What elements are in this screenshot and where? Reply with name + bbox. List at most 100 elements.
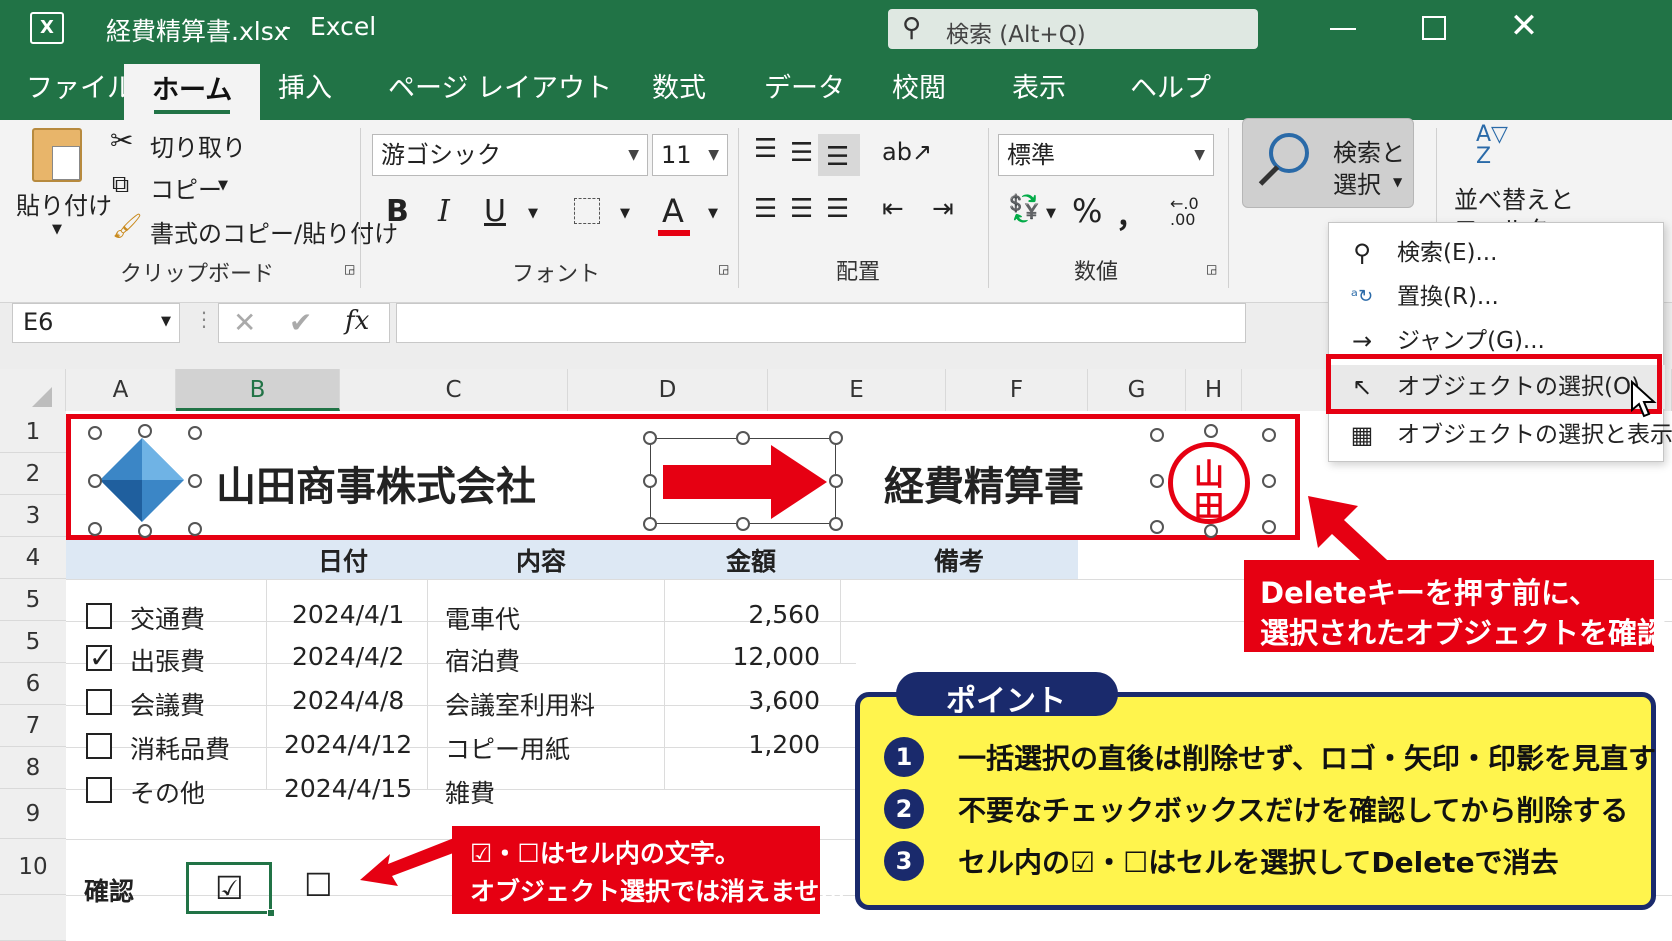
selection-handle[interactable] xyxy=(88,474,102,488)
category-cell[interactable]: 消耗品費 xyxy=(130,730,230,766)
selection-handle[interactable] xyxy=(1262,520,1276,534)
selection-handle[interactable] xyxy=(188,426,202,440)
menu-item-replace[interactable]: ᵃ↻ 置換(R)... xyxy=(1329,275,1665,319)
selection-handle[interactable] xyxy=(736,431,750,445)
row-header-10[interactable]: 10 xyxy=(0,839,66,895)
desc-cell[interactable]: 宿泊費 xyxy=(445,642,520,678)
tab-file[interactable]: ファイル xyxy=(26,58,134,120)
selection-handle[interactable] xyxy=(1150,428,1164,442)
selection-handle[interactable] xyxy=(188,522,202,536)
row-header-5b[interactable]: 5 xyxy=(0,621,66,663)
corner-select-all[interactable] xyxy=(0,369,66,411)
column-header-c[interactable]: C xyxy=(340,369,568,411)
orientation-icon[interactable]: ab↗ xyxy=(882,138,932,166)
currency-icon[interactable]: 💱 xyxy=(1008,194,1040,224)
borders-dropdown-icon[interactable]: ▼ xyxy=(620,206,630,221)
selected-cell-b10[interactable]: ☑ xyxy=(186,862,275,917)
column-header-a[interactable]: A xyxy=(66,369,176,411)
tab-view[interactable]: 表示 xyxy=(1012,58,1066,120)
name-box[interactable]: E6 ▼ xyxy=(12,303,180,343)
date-cell[interactable]: 2024/4/8 xyxy=(292,686,404,715)
selection-handle[interactable] xyxy=(643,517,657,531)
font-size-select[interactable]: 11 ▼ xyxy=(652,134,728,176)
amount-cell[interactable]: 1,200 xyxy=(748,730,820,759)
document-title[interactable]: 経費精算書 xyxy=(884,454,1084,512)
tab-insert[interactable]: 挿入 xyxy=(278,58,332,120)
align-left-icon[interactable]: ☰ xyxy=(754,194,777,224)
number-launcher-icon[interactable]: ◲ xyxy=(1206,262,1217,276)
desc-cell[interactable]: 雑費 xyxy=(445,774,495,810)
italic-button[interactable]: I xyxy=(438,194,450,229)
selection-handle[interactable] xyxy=(138,424,152,438)
tab-data[interactable]: データ xyxy=(764,58,845,120)
bold-button[interactable]: B xyxy=(386,194,409,229)
selection-handle[interactable] xyxy=(643,474,657,488)
amount-cell[interactable]: 3,600 xyxy=(748,686,820,715)
insert-function-button[interactable]: fx xyxy=(345,306,369,336)
paste-button[interactable]: 貼り付け xyxy=(16,186,112,221)
font-color-button[interactable]: A xyxy=(662,192,684,230)
column-header-f[interactable]: F xyxy=(946,369,1088,411)
arrow-shape[interactable] xyxy=(650,438,836,524)
date-cell[interactable]: 2024/4/12 xyxy=(284,730,412,759)
tab-home[interactable]: ホーム xyxy=(124,64,261,120)
column-header-g[interactable]: G xyxy=(1088,369,1186,411)
date-cell[interactable]: 2024/4/1 xyxy=(292,600,404,629)
close-button[interactable]: ✕ xyxy=(1508,6,1540,46)
checkbox-business-trip[interactable]: ✓ xyxy=(86,641,112,674)
cancel-icon[interactable]: ✕ xyxy=(233,306,256,339)
maximize-button[interactable] xyxy=(1422,16,1446,40)
row-header-1[interactable]: 1 xyxy=(0,411,66,453)
seal-stamp[interactable]: 山 田 xyxy=(1164,440,1254,526)
align-middle-icon[interactable]: ☰ xyxy=(790,138,813,168)
column-header-b[interactable]: B xyxy=(176,369,340,411)
currency-dropdown-icon[interactable]: ▼ xyxy=(1046,206,1056,221)
selection-handle[interactable] xyxy=(88,426,102,440)
comma-button[interactable]: ， xyxy=(1116,192,1146,236)
font-color-dropdown-icon[interactable]: ▼ xyxy=(708,206,718,221)
underline-button[interactable]: U xyxy=(484,194,506,229)
selection-handle[interactable] xyxy=(829,517,843,531)
amount-cell[interactable]: 12,000 xyxy=(733,642,820,671)
underline-dropdown-icon[interactable]: ▼ xyxy=(528,206,538,221)
desc-cell[interactable]: 会議室利用料 xyxy=(445,686,595,722)
checkbox-supplies[interactable] xyxy=(86,733,112,759)
selection-handle[interactable] xyxy=(1262,428,1276,442)
amount-cell[interactable]: 2,560 xyxy=(748,600,820,629)
selection-handle[interactable] xyxy=(188,474,202,488)
percent-button[interactable]: % xyxy=(1072,192,1102,230)
selection-handle[interactable] xyxy=(1204,424,1218,438)
checkbox-meeting[interactable] xyxy=(86,689,112,715)
company-logo-icon[interactable] xyxy=(96,434,188,526)
increase-indent-icon[interactable]: ⇥ xyxy=(932,194,954,224)
column-header-d[interactable]: D xyxy=(568,369,768,411)
row-header-3[interactable]: 3 xyxy=(0,495,66,537)
selection-handle[interactable] xyxy=(1204,524,1218,538)
category-cell[interactable]: その他 xyxy=(130,774,205,810)
row-header-5[interactable]: 5 xyxy=(0,579,66,621)
row-header-9[interactable]: 9 xyxy=(0,789,66,839)
desc-cell[interactable]: 電車代 xyxy=(445,600,520,636)
cut-button[interactable]: 切り取り xyxy=(150,128,246,163)
column-header-h[interactable]: H xyxy=(1186,369,1242,411)
excel-icon[interactable]: X xyxy=(30,12,64,44)
selection-handle[interactable] xyxy=(643,431,657,445)
category-cell[interactable]: 会議費 xyxy=(130,686,205,722)
selection-handle[interactable] xyxy=(1262,474,1276,488)
menu-item-selection-pane[interactable]: ▦ オブジェクトの選択と表示(P)... xyxy=(1329,413,1672,457)
selection-handle[interactable] xyxy=(1150,520,1164,534)
date-cell[interactable]: 2024/4/2 xyxy=(292,642,404,671)
tab-help[interactable]: ヘルプ xyxy=(1130,58,1211,120)
sort-filter-icon[interactable]: A▽ Z xyxy=(1476,124,1508,168)
decimal-icon[interactable]: ←.0.00 xyxy=(1170,196,1199,228)
company-name[interactable]: 山田商事株式会社 xyxy=(216,454,536,512)
tab-page-layout[interactable]: ページ レイアウト xyxy=(388,58,612,120)
copy-button[interactable]: コピー xyxy=(150,170,222,205)
find-select-button[interactable]: 検索と 選択 ▼ xyxy=(1242,118,1414,208)
align-top-icon[interactable]: ☰ xyxy=(754,134,777,164)
paste-dropdown-icon[interactable]: ▼ xyxy=(52,222,62,237)
borders-icon[interactable] xyxy=(574,198,600,224)
desc-cell[interactable]: コピー用紙 xyxy=(445,730,570,766)
align-bottom-button[interactable]: ☰ xyxy=(818,134,860,176)
checkbox-other[interactable] xyxy=(86,777,112,803)
